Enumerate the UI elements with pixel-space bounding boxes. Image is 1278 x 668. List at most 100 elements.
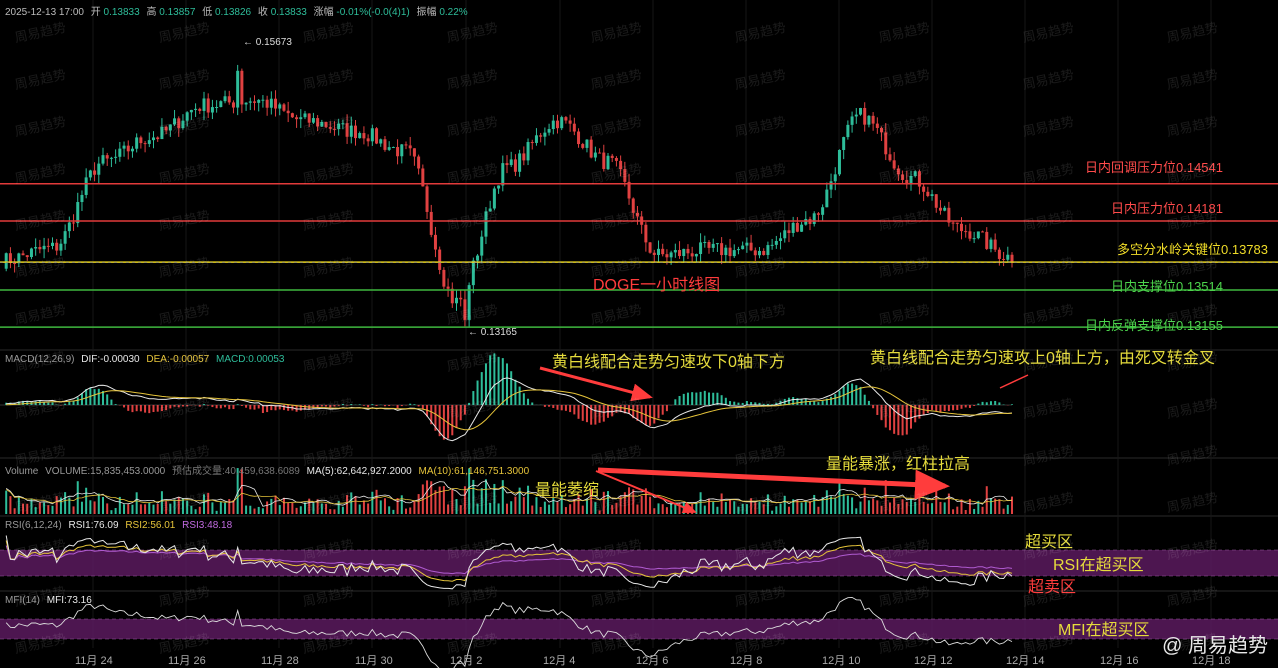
- volume-bar: [97, 493, 100, 514]
- volume-bar: [333, 509, 336, 514]
- volume-bar: [859, 501, 862, 514]
- macd-histogram-bar: [148, 405, 151, 414]
- candle-body: [324, 122, 328, 128]
- volume-bar: [905, 501, 908, 514]
- volume-bar: [127, 504, 130, 514]
- candle-body: [652, 252, 656, 255]
- candle-body: [892, 160, 896, 169]
- volume-bar: [607, 491, 609, 514]
- candle-body: [657, 248, 660, 255]
- volume-bar: [405, 508, 407, 514]
- candle-body: [758, 250, 761, 256]
- candle-body: [202, 98, 206, 111]
- macd-title[interactable]: MACD(12,26,9): [5, 354, 74, 365]
- close-value: 0.13833: [270, 7, 307, 18]
- macd-histogram-bar: [510, 371, 513, 405]
- volume-bar: [867, 500, 870, 514]
- volume-bar: [737, 506, 740, 514]
- macd-histogram-bar: [581, 405, 584, 421]
- candle-body: [783, 230, 787, 239]
- x-tick-label: 12月 16: [1100, 655, 1139, 667]
- volume-header: Volume VOLUME:15,835,453.0000 预估成交量:40,4…: [5, 462, 529, 477]
- candle-body: [981, 231, 985, 233]
- macd-histogram-bar: [994, 400, 997, 405]
- macd-histogram-bar: [817, 402, 820, 405]
- candle-body: [505, 163, 509, 166]
- close-label: 收: [257, 7, 268, 18]
- volume-bar: [939, 501, 942, 514]
- volume-bar: [152, 504, 155, 514]
- macd-histogram-bar: [367, 405, 370, 408]
- candle-body: [564, 117, 568, 121]
- macd-histogram-bar: [859, 386, 862, 405]
- macd-histogram-bar: [985, 402, 988, 405]
- volume-bar: [211, 502, 214, 514]
- x-tick-label: 11月 30: [355, 655, 393, 667]
- candle-body: [248, 101, 252, 103]
- volume-bar: [872, 498, 875, 514]
- candle-body: [678, 250, 682, 257]
- candle-body: [101, 155, 105, 164]
- candle-body: [25, 255, 29, 258]
- candle-body: [257, 99, 261, 103]
- candle-body: [922, 186, 926, 192]
- candle-body: [534, 135, 538, 143]
- volume-bar: [851, 497, 854, 514]
- candle-body: [741, 245, 745, 250]
- macd-histogram-bar: [68, 401, 71, 405]
- candle-body: [880, 127, 884, 133]
- macd-histogram-bar: [695, 392, 698, 405]
- volume-bar: [160, 491, 163, 514]
- macd-histogram-bar: [552, 405, 555, 408]
- candle-body: [492, 188, 496, 209]
- macd-histogram-bar: [989, 401, 992, 405]
- macd-histogram-bar: [358, 404, 361, 405]
- candle-body: [177, 118, 181, 129]
- volume-bar: [943, 502, 946, 514]
- candle-body: [206, 98, 210, 113]
- volume-bar: [144, 504, 147, 514]
- volume-bar: [320, 503, 323, 514]
- chart-title: DOGE一小时线图: [593, 277, 721, 294]
- volume-bar: [952, 509, 955, 514]
- volume-bar: [392, 509, 395, 514]
- candle-body: [173, 118, 177, 125]
- candle-body: [551, 120, 555, 130]
- macd-dif: DIF:-0.00030: [81, 354, 140, 365]
- candle-body: [581, 144, 585, 148]
- macd-histogram-bar: [926, 405, 929, 413]
- volume-bar: [876, 500, 879, 514]
- macd-histogram-bar: [674, 399, 677, 405]
- candle-body: [1002, 258, 1006, 260]
- macd-histogram-bar: [236, 404, 239, 405]
- candle-body: [152, 137, 155, 141]
- brand-logo: @ 周易趋势: [1162, 635, 1268, 657]
- volume-bar: [354, 496, 357, 514]
- volume-bar: [602, 491, 605, 514]
- candle-body: [80, 194, 84, 203]
- volume-bar: [817, 506, 820, 514]
- mfi-title[interactable]: MFI(14): [5, 595, 40, 606]
- macd-histogram-bar: [282, 405, 285, 411]
- macd-histogram-bar: [102, 390, 104, 405]
- macd-histogram-bar: [152, 405, 155, 413]
- rsi-overbought-annotation: RSI在超买区: [1053, 557, 1144, 574]
- candle-body: [147, 140, 151, 144]
- volume-title[interactable]: Volume: [5, 466, 38, 477]
- volume-bar: [219, 501, 222, 514]
- high-value: 0.13857: [159, 7, 196, 18]
- volume-bar: [640, 495, 643, 514]
- x-tick-label: 12月 2: [450, 655, 483, 667]
- candle-body: [139, 137, 143, 144]
- macd-histogram-bar: [144, 405, 147, 413]
- volume-bar: [787, 506, 790, 514]
- volume-bar: [102, 497, 104, 514]
- volume-bar: [514, 496, 517, 514]
- macd-histogram-bar: [737, 402, 740, 405]
- candle-body: [366, 138, 370, 142]
- candle-body: [320, 122, 324, 127]
- volume-bar: [855, 508, 858, 514]
- rsi-title[interactable]: RSI(6,12,24): [5, 520, 62, 531]
- macd-histogram-bar: [325, 405, 328, 407]
- candle-body: [114, 156, 118, 158]
